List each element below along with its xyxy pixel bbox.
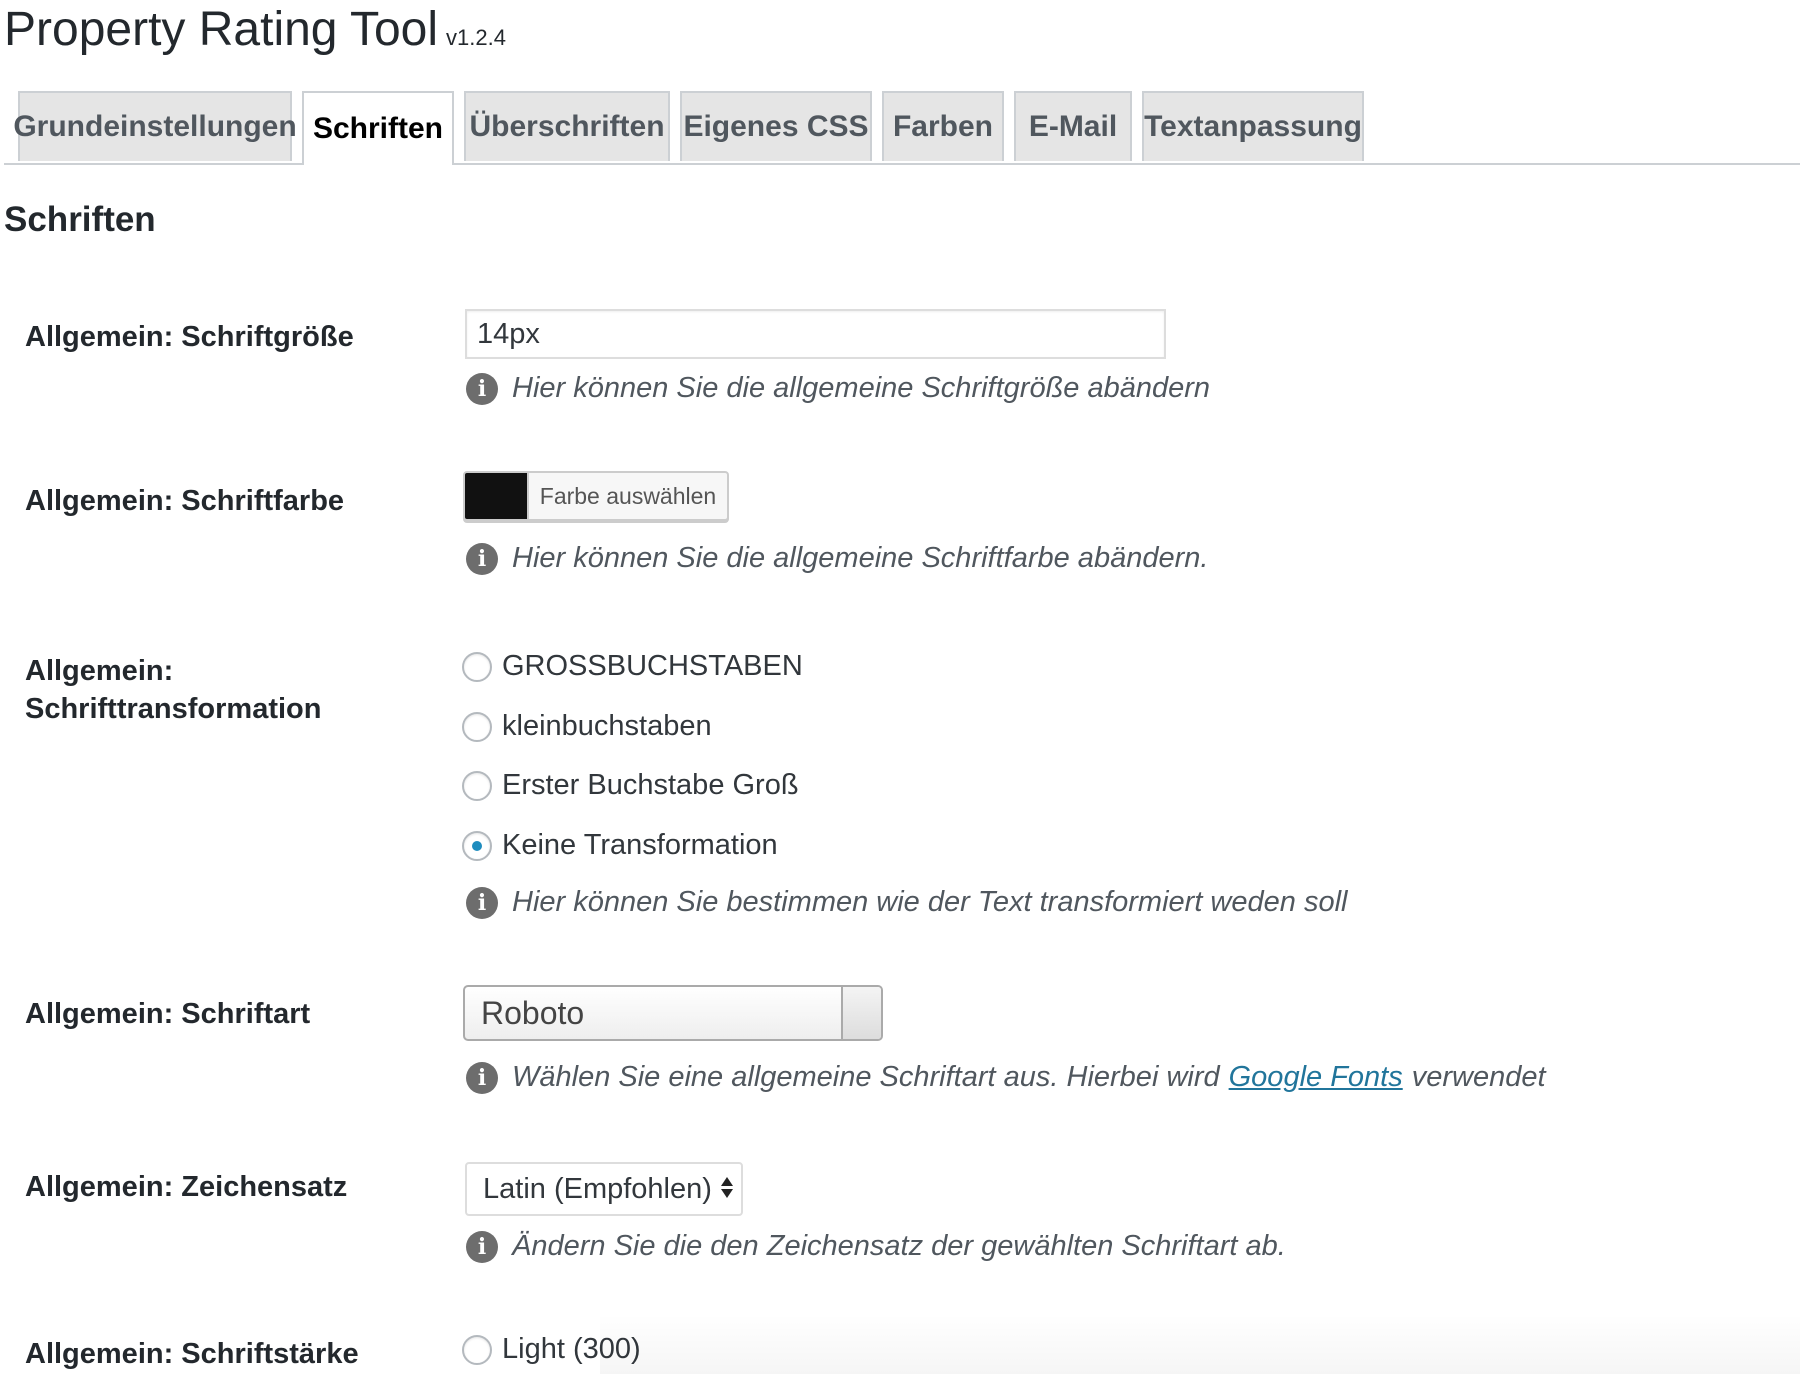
radio-button-checked[interactable] — [462, 830, 492, 861]
font-color-label: Allgemein: Schriftfarbe — [25, 485, 345, 517]
font-size-input[interactable] — [465, 309, 1166, 359]
font-size-hint: i Hier können Sie die allgemeine Schrift… — [466, 372, 1210, 405]
tab-schriften[interactable]: Schriften — [302, 91, 454, 165]
radio-button[interactable] — [462, 1334, 492, 1365]
info-icon: i — [466, 1061, 498, 1094]
charset-hint-text: Ändern Sie die den Zeichensatz der gewäh… — [512, 1230, 1286, 1262]
info-icon: i — [466, 1230, 498, 1263]
radio-label: Erster Buchstabe Groß — [502, 769, 799, 801]
text-transform-hint: i Hier können Sie bestimmen wie der Text… — [466, 886, 1347, 919]
updown-arrows-icon — [721, 1177, 733, 1198]
color-picker-button[interactable]: Farbe auswählen — [463, 471, 729, 521]
settings-page: Property Rating Tool v1.2.4 Grundeinstell… — [0, 0, 1800, 1374]
radio-button[interactable] — [462, 770, 492, 801]
app-version: v1.2.4 — [446, 25, 506, 50]
text-transform-label: Allgemein: Schrifttransformation — [25, 652, 321, 728]
color-swatch — [465, 473, 527, 519]
color-picker-label: Farbe auswählen — [527, 473, 727, 519]
select-arrow[interactable] — [841, 987, 881, 1039]
charset-label: Allgemein: Zeichensatz — [25, 1171, 348, 1203]
tab-farben[interactable]: Farben — [882, 91, 1004, 161]
font-color-hint: i Hier können Sie die allgemeine Schrift… — [466, 542, 1208, 575]
radio-lowercase[interactable]: kleinbuchstaben — [462, 710, 712, 743]
font-family-label: Allgemein: Schriftart — [25, 998, 311, 1030]
tab-bar: Grundeinstellungen Schriften Überschrift… — [4, 91, 1800, 165]
font-family-hint: i Wählen Sie eine allgemeine Schriftart … — [466, 1061, 1546, 1094]
radio-button[interactable] — [462, 711, 492, 742]
charset-hint: i Ändern Sie die den Zeichensatz der gew… — [466, 1230, 1286, 1263]
font-color-hint-text: Hier können Sie die allgemeine Schriftfa… — [512, 542, 1209, 574]
font-family-value: Roboto — [481, 994, 585, 1031]
tab-textanpassung[interactable]: Textanpassung — [1142, 91, 1364, 161]
info-icon: i — [466, 372, 498, 405]
radio-label: Keine Transformation — [502, 829, 778, 861]
radio-button[interactable] — [462, 651, 492, 682]
bottom-shadow — [600, 1314, 1800, 1374]
font-weight-label: Allgemein: Schriftstärke — [25, 1338, 359, 1370]
font-family-hint-before: Wählen Sie eine allgemeine Schriftart au… — [512, 1061, 1220, 1093]
radio-capitalize[interactable]: Erster Buchstabe Groß — [462, 769, 799, 802]
info-icon: i — [466, 542, 498, 575]
text-transform-hint-text: Hier können Sie bestimmen wie der Text t… — [512, 886, 1348, 918]
app-title-text: Property Rating Tool — [4, 3, 439, 56]
charset-value: Latin (Empfohlen) — [483, 1172, 712, 1205]
radio-label: GROSSBUCHSTABEN — [502, 650, 803, 682]
tab-email[interactable]: E-Mail — [1014, 91, 1132, 161]
tab-ueberschriften[interactable]: Überschriften — [464, 91, 670, 161]
font-family-select[interactable]: Roboto — [463, 985, 883, 1041]
page-title: Property Rating Tool v1.2.4 — [4, 0, 506, 68]
google-fonts-link[interactable]: Google Fonts — [1229, 1061, 1403, 1094]
text-transform-label-line2: Schrifttransformation — [25, 693, 322, 725]
radio-none[interactable]: Keine Transformation — [462, 829, 778, 862]
text-transform-label-line1: Allgemein: — [25, 655, 174, 687]
radio-uppercase[interactable]: GROSSBUCHSTABEN — [462, 650, 803, 683]
radio-label: kleinbuchstaben — [502, 710, 712, 742]
radio-label: Light (300) — [502, 1333, 641, 1365]
tab-eigenes-css[interactable]: Eigenes CSS — [680, 91, 872, 161]
font-family-hint-after: verwendet — [1411, 1061, 1546, 1093]
font-size-hint-text: Hier können Sie die allgemeine Schriftgr… — [512, 372, 1211, 404]
tab-grundeinstellungen[interactable]: Grundeinstellungen — [13, 91, 297, 161]
charset-select[interactable]: Latin (Empfohlen) — [465, 1162, 743, 1216]
radio-light-300[interactable]: Light (300) — [462, 1333, 641, 1366]
font-size-label: Allgemein: Schriftgröße — [25, 321, 354, 353]
section-title: Schriften — [4, 200, 156, 239]
info-icon: i — [466, 886, 498, 919]
